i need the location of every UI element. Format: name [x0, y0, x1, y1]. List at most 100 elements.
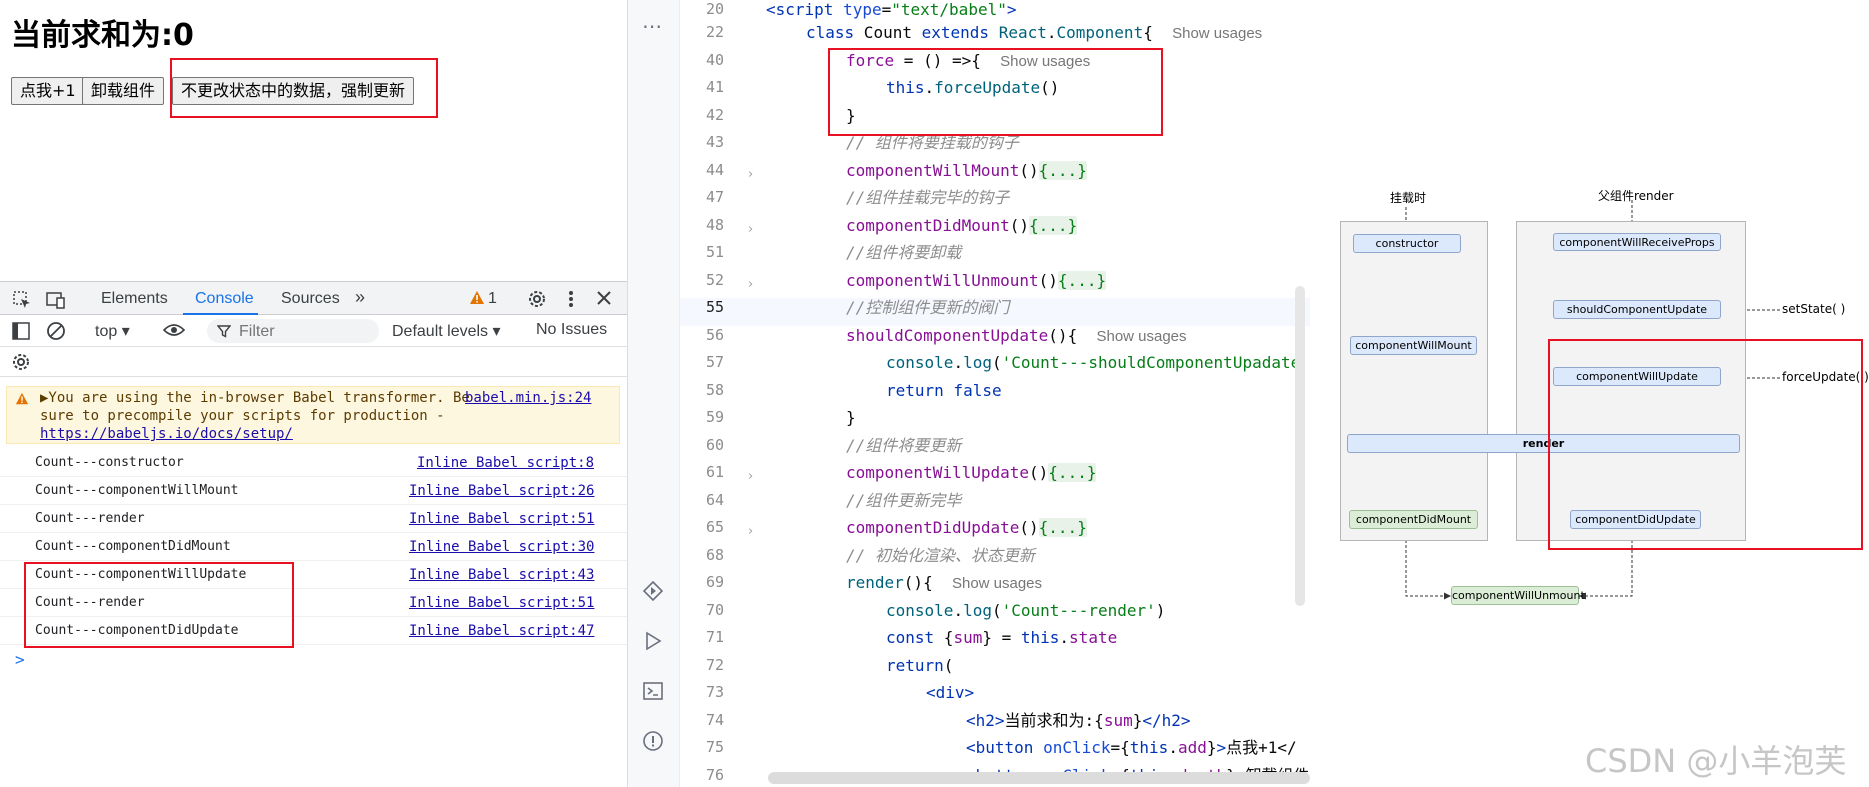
log-source-link[interactable]: Inline Babel script:47	[409, 623, 594, 639]
browser-pane: 当前求和为:0 点我+1 卸载组件 不更改状态中的数据，强制更新 Element…	[0, 0, 628, 787]
show-usages-hint[interactable]: Show usages	[952, 575, 1042, 592]
more-icon[interactable]: ⋯	[642, 14, 662, 38]
code-area[interactable]: <script type="text/babel"> class Count e…	[766, 0, 1310, 787]
code-line: <h2>当前求和为:{sum}</h2>	[966, 711, 1191, 730]
babel-docs-link[interactable]: https://babeljs.io/docs/setup/	[40, 426, 293, 442]
horizontal-scrollbar[interactable]	[768, 772, 1310, 784]
vertical-scrollbar[interactable]	[1295, 286, 1305, 606]
node-render: render	[1347, 434, 1740, 453]
log-source-link[interactable]: Inline Babel script:51	[409, 595, 594, 611]
sidebar-toggle-icon[interactable]	[12, 322, 30, 344]
tab-console[interactable]: Console	[195, 290, 254, 308]
node-component-did-mount: componentDidMount	[1349, 510, 1478, 529]
log-source-link[interactable]: Inline Babel script:43	[409, 567, 594, 583]
clear-console-icon[interactable]	[46, 321, 66, 345]
code-comment: //组件将要卸载	[846, 243, 962, 262]
line-number: 51	[705, 243, 724, 261]
line-number: 44	[705, 161, 724, 179]
log-source-link[interactable]: Inline Babel script:8	[417, 455, 594, 471]
code-line: this.forceUpdate()	[886, 78, 1060, 97]
line-number: 40	[705, 51, 724, 69]
log-source-link[interactable]: Inline Babel script:51	[409, 511, 594, 527]
log-source-link[interactable]: Inline Babel script:26	[409, 483, 594, 499]
code-string: 'Count---render'	[1001, 601, 1156, 620]
services-icon[interactable]	[642, 580, 664, 606]
warning-source-link[interactable]: babel.min.js:24	[465, 390, 591, 406]
log-row: Count---componentDidUpdate Inline Babel s…	[0, 617, 627, 645]
show-usages-hint[interactable]: Show usages	[1096, 328, 1186, 345]
fold-chevron-icon[interactable]: ›	[748, 524, 753, 539]
code-line: console.log('Count---shouldComponentUpad…	[886, 353, 1301, 372]
kebab-menu-icon[interactable]	[568, 289, 574, 313]
line-number: 47	[705, 188, 724, 206]
line-number: 73	[705, 683, 724, 701]
device-toggle-icon[interactable]	[45, 290, 67, 314]
mount-panel	[1340, 221, 1488, 541]
code-line: class Count extends React.Component{ Sho…	[806, 23, 1263, 42]
log-row: Count---render Inline Babel script:51	[0, 589, 627, 617]
more-tabs-icon[interactable]: »	[355, 287, 365, 308]
code-line: render(){ Show usages	[846, 573, 1043, 592]
fold-chevron-icon[interactable]: ›	[748, 277, 753, 292]
code-line: componentWillUpdate(){...}	[846, 463, 1097, 482]
issues-counter[interactable]: No Issues	[536, 321, 607, 339]
node-constructor: constructor	[1353, 234, 1461, 253]
terminal-icon[interactable]	[642, 680, 664, 706]
log-source-link[interactable]: Inline Babel script:30	[409, 539, 594, 555]
log-row: Count---constructor Inline Babel script:8	[0, 449, 627, 477]
settings-gear-icon[interactable]	[527, 289, 547, 313]
fold-chevron-icon[interactable]: ›	[748, 167, 753, 182]
code-line: const {sum} = this.state	[886, 628, 1118, 647]
code-editor: ⋯ 20 22 40 41 42 43 44 47 48 51 52 55 56…	[628, 0, 1310, 787]
code-line: componentDidUpdate(){...}	[846, 518, 1087, 537]
fold-chevron-icon[interactable]: ›	[748, 222, 753, 237]
unmount-button[interactable]: 卸载组件	[82, 77, 165, 105]
mount-phase-title: 挂载时	[1390, 191, 1427, 205]
log-levels-select[interactable]: Default levels ▾	[392, 321, 501, 341]
line-number: 41	[705, 78, 724, 96]
add-one-button[interactable]: 点我+1	[11, 77, 85, 105]
watermark: CSDN @小羊泡芙	[1585, 742, 1847, 780]
console-settings-gear-icon[interactable]	[11, 352, 31, 376]
warning-triangle-icon	[15, 391, 29, 410]
fold-chevron-icon[interactable]: ›	[748, 469, 753, 484]
code-line: <button onClick={this.add}>点我+1</	[966, 738, 1297, 757]
code-line: componentWillUnmount(){...}	[846, 271, 1107, 290]
log-row: Count---componentDidMount Inline Babel sc…	[0, 533, 627, 561]
node-should-component-update: shouldComponentUpdate	[1553, 300, 1721, 319]
lifecycle-diagram: 挂载时 父组件render constructor componentWillM…	[1310, 0, 1869, 787]
line-number: 22	[705, 23, 724, 41]
run-icon[interactable]	[642, 630, 664, 656]
update-phase-title: 父组件render	[1598, 189, 1674, 203]
node-component-will-receive-props: componentWillReceiveProps	[1553, 233, 1721, 251]
context-select[interactable]: top ▾	[95, 321, 130, 341]
warning-line-1[interactable]: ▶You are using the in-browser Babel tran…	[40, 390, 470, 406]
line-number: 69	[705, 573, 724, 591]
show-usages-hint[interactable]: Show usages	[1172, 25, 1262, 42]
filter-box[interactable]	[207, 319, 379, 343]
console-prompt[interactable]: >	[15, 650, 25, 669]
warning-icon[interactable]	[469, 290, 485, 310]
warning-line-2: sure to precompile your scripts for prod…	[40, 408, 445, 424]
line-number: 42	[705, 106, 724, 124]
node-component-will-mount: componentWillMount	[1350, 336, 1477, 355]
line-number: 43	[705, 133, 724, 151]
code-line: shouldComponentUpdate(){ Show usages	[846, 326, 1187, 345]
log-message: Count---constructor	[35, 455, 184, 470]
line-number: 75	[705, 738, 724, 756]
line-number: 76	[705, 766, 724, 784]
tab-sources[interactable]: Sources	[281, 290, 340, 308]
filter-input[interactable]	[237, 321, 379, 343]
page-title: 当前求和为:0	[11, 18, 194, 53]
close-devtools-icon[interactable]	[596, 290, 612, 310]
line-number: 68	[705, 546, 724, 564]
code-comment: // 初始化渲染、状态更新	[846, 546, 1035, 565]
inspect-icon[interactable]	[12, 290, 32, 314]
eye-icon[interactable]	[162, 322, 186, 342]
show-usages-hint[interactable]: Show usages	[1000, 53, 1090, 70]
problems-icon[interactable]	[642, 730, 664, 756]
tab-elements[interactable]: Elements	[101, 290, 168, 308]
log-row: Count---render Inline Babel script:51	[0, 505, 627, 533]
force-update-button[interactable]: 不更改状态中的数据，强制更新	[172, 77, 415, 105]
code-line: return(	[886, 656, 954, 675]
